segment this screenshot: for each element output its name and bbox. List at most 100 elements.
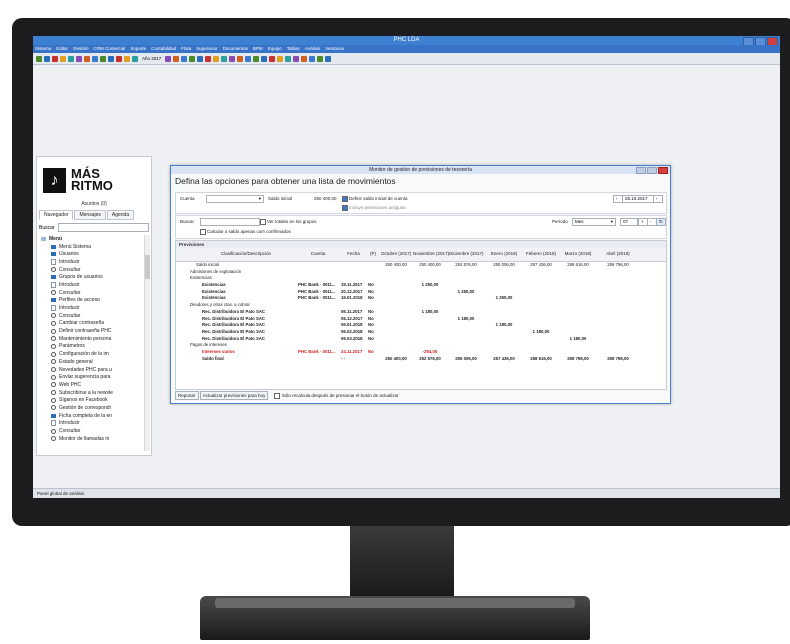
- grid-row[interactable]: Existencias PHC Bank · 0011... 20.12.2017 N…: [176, 289, 666, 296]
- toolbar-tool-icon[interactable]: [221, 55, 228, 62]
- grid-row[interactable]: Rec. Distribuidora El Pato SAC 06.12.2017…: [176, 316, 666, 323]
- dialog-close-button[interactable]: [658, 167, 668, 174]
- toolbar-tool-icon[interactable]: [229, 55, 236, 62]
- grid-row[interactable]: Rec. Distribuidora El Pato SAC 06.03.2018…: [176, 336, 666, 343]
- toolbar-tool-icon[interactable]: [205, 55, 212, 62]
- toolbar-tool-icon[interactable]: [108, 55, 114, 62]
- buscar-input[interactable]: [200, 218, 260, 226]
- search-input[interactable]: [57, 223, 149, 232]
- toolbar-tool-icon[interactable]: [36, 55, 42, 62]
- tree-item[interactable]: Introducir: [41, 304, 145, 312]
- toolbar-tool-icon[interactable]: [44, 55, 50, 62]
- tab-mensajes[interactable]: Mensajes: [74, 210, 106, 220]
- toolbar-tool-icon[interactable]: [269, 55, 276, 62]
- menu-item-sistema[interactable]: Sistema: [35, 45, 51, 53]
- column-header[interactable]: Febrero (2018): [524, 251, 558, 256]
- toolbar-tool-icon[interactable]: [92, 55, 98, 62]
- toolbar-tool-icon[interactable]: [116, 55, 122, 62]
- column-header[interactable]: Cuenta: [298, 251, 338, 256]
- tree-item[interactable]: Mantenimiento persona: [41, 335, 145, 343]
- toolbar-tool-icon[interactable]: [317, 55, 324, 62]
- tree-item[interactable]: Ficha completa de la en: [41, 412, 145, 420]
- grid-row[interactable]: Rec. Distribuidora El Pato SAC 06.11.2017…: [176, 309, 666, 316]
- column-header[interactable]: Diciembre (2017): [449, 251, 484, 256]
- toolbar-tool-icon[interactable]: [253, 55, 260, 62]
- column-header[interactable]: Fecha: [341, 251, 366, 256]
- toolbar-tool-icon[interactable]: [245, 55, 252, 62]
- tree-item[interactable]: Menú Sistema: [41, 243, 145, 251]
- refresh-icon[interactable]: ↻: [656, 218, 666, 226]
- toolbar-tool-icon[interactable]: [277, 55, 284, 62]
- tree-item[interactable]: Síganos en Facebook: [41, 396, 145, 404]
- tree-item[interactable]: Menú: [41, 235, 145, 243]
- year-selector[interactable]: Año 2017: [142, 56, 161, 61]
- scrollbar-thumb[interactable]: [145, 255, 150, 279]
- menu-item-flota[interactable]: Flota: [181, 45, 191, 53]
- grid-row[interactable]: Existencias PHC Bank · 0011... 19.01.2018 N…: [176, 295, 666, 302]
- toolbar-tool-icon[interactable]: [197, 55, 204, 62]
- tree-item[interactable]: Introducir: [41, 281, 145, 289]
- column-header[interactable]: Octubre (2017): [381, 251, 411, 256]
- reportar-button[interactable]: Reportar: [175, 391, 199, 401]
- tab-agenda[interactable]: Agenda: [106, 210, 135, 220]
- dialog-maximize-button[interactable]: [647, 167, 657, 174]
- column-header[interactable]: (P): [368, 251, 378, 256]
- tab-navegador[interactable]: Navegador: [39, 210, 74, 220]
- date-prev-button[interactable]: ‹: [613, 195, 623, 203]
- toolbar-tool-icon[interactable]: [181, 55, 188, 62]
- column-header[interactable]: Marzo (2018): [561, 251, 595, 256]
- toolbar-tool-icon[interactable]: [293, 55, 300, 62]
- toolbar-tool-icon[interactable]: [76, 55, 82, 62]
- tree-item[interactable]: Configuración de la im: [41, 350, 145, 358]
- toolbar-tool-icon[interactable]: [124, 55, 130, 62]
- menu-item-equipo[interactable]: Equipo: [268, 45, 282, 53]
- actualizar-button[interactable]: Actualizar previsiones para hoy: [199, 391, 269, 401]
- tree-item[interactable]: Definir contraseña PHC: [41, 327, 145, 335]
- toolbar-tool-icon[interactable]: [173, 55, 180, 62]
- menu-item-gestión[interactable]: Gestión: [73, 45, 89, 53]
- toolbar-tool-icon[interactable]: [237, 55, 244, 62]
- tree-item[interactable]: Estado general: [41, 358, 145, 366]
- toolbar-tool-icon[interactable]: [100, 55, 106, 62]
- tree-item[interactable]: Gestión de correspondi: [41, 404, 145, 412]
- menu-item-ventanas[interactable]: Ventanas: [325, 45, 344, 53]
- menu-item-crm-comercial[interactable]: CRM Comercial: [94, 45, 126, 53]
- grid-row[interactable]: Admisiones de explotación: [176, 269, 666, 276]
- toolbar-tool-icon[interactable]: [132, 55, 138, 62]
- menu-item-bpm[interactable]: BPM: [253, 45, 263, 53]
- grid-row[interactable]: Saldo final - - 250 400,00 252 576,00 255 00…: [176, 356, 666, 363]
- date-field[interactable]: 25.10.2017: [622, 195, 654, 203]
- toolbar-tool-icon[interactable]: [84, 55, 90, 62]
- tree-item[interactable]: Grupos de usuarios: [41, 273, 145, 281]
- definir-saldo-checkbox[interactable]: [342, 196, 348, 202]
- toolbar-tool-icon[interactable]: [285, 55, 292, 62]
- grid-row[interactable]: Existencias: [176, 275, 666, 282]
- toolbar-tool-icon[interactable]: [68, 55, 74, 62]
- tree-item[interactable]: Usuarios: [41, 250, 145, 258]
- toolbar-tool-icon[interactable]: [301, 55, 308, 62]
- status-text[interactable]: Panel global de análisis: [37, 491, 84, 496]
- grid-row[interactable]: Rec. Distribuidora El Pato SAC 06.02.2018…: [176, 329, 666, 336]
- grid-row[interactable]: Intereses varios PHC Bank · 0011... 24.11.…: [176, 349, 666, 356]
- solo-recalcula-checkbox[interactable]: [273, 392, 280, 399]
- tree-item[interactable]: Consultar: [41, 312, 145, 320]
- menu-item-análisis[interactable]: Análisis: [305, 45, 321, 53]
- toolbar-tool-icon[interactable]: [165, 55, 172, 62]
- nav-scrollbar[interactable]: [144, 235, 150, 451]
- menu-item-contabilidad[interactable]: Contabilidad: [151, 45, 176, 53]
- menu-item-documentos[interactable]: Documentos: [223, 45, 248, 53]
- menu-item-tablas[interactable]: Tablas: [287, 45, 300, 53]
- toolbar-tool-icon[interactable]: [52, 55, 58, 62]
- menu-item-editar[interactable]: Editar: [56, 45, 68, 53]
- tree-item[interactable]: Consultar: [41, 289, 145, 297]
- column-header[interactable]: Enero (2018): [487, 251, 521, 256]
- menu-item-soporte[interactable]: Soporte: [130, 45, 146, 53]
- periodo-select[interactable]: Mes ▾: [572, 218, 616, 226]
- tree-item[interactable]: Enviar sugerencia para: [41, 373, 145, 381]
- toolbar-tool-icon[interactable]: [189, 55, 196, 62]
- toolbar-tool-icon[interactable]: [261, 55, 268, 62]
- grid-row[interactable]: Deudores y otras ctas. a cobrar: [176, 302, 666, 309]
- column-header[interactable]: Clasificación/Descripción: [196, 251, 296, 256]
- column-header[interactable]: Abril (2018): [601, 251, 635, 256]
- tree-item[interactable]: Novedades PHC para u: [41, 366, 145, 374]
